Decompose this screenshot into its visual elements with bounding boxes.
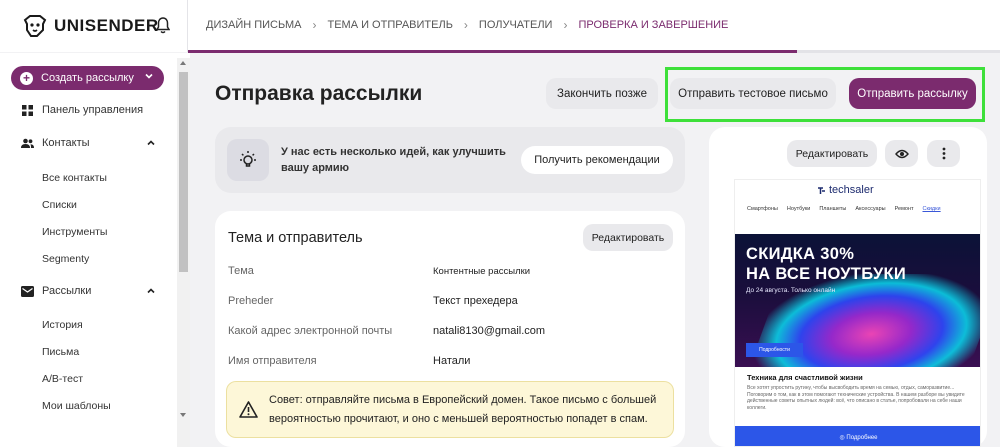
sidebar-item-label: Рассылки <box>42 285 92 297</box>
eye-icon[interactable] <box>885 140 918 167</box>
chevron-up-icon[interactable] <box>146 138 156 148</box>
sidebar-scrollbar[interactable] <box>177 58 190 447</box>
progress-fill <box>188 50 797 53</box>
breadcrumb-review[interactable]: ПРОВЕРКА И ЗАВЕРШЕНИЕ <box>578 19 728 31</box>
brand-mark-icon <box>818 186 825 194</box>
techsaler-logo: techsaler <box>817 184 874 196</box>
edit-design-button[interactable]: Редактировать <box>787 140 877 167</box>
field-label-sender-name: Имя отправителя <box>228 355 317 367</box>
warning-icon <box>239 401 258 418</box>
breadcrumb-design[interactable]: ДИЗАЙН ПИСЬМА <box>206 19 301 31</box>
article-title: Техника для счастливой жизни <box>747 373 863 382</box>
email-banner: СКИДКА 30% НА ВСЕ НОУТБУКИ До 24 августа… <box>735 234 980 367</box>
unisender-dog-icon <box>23 15 47 37</box>
subject-sender-card: Тема и отправитель Редактировать Тема Ко… <box>215 211 685 447</box>
email-preview-card: Редактировать techsaler Смартфоны Ноутбу… <box>709 127 987 447</box>
field-label-preheader: Preheder <box>228 295 274 307</box>
progress-bar <box>188 50 1000 53</box>
sidebar-subitem-tools[interactable]: Инструменты <box>42 226 107 238</box>
get-recommendations-button[interactable]: Получить рекомендации <box>521 146 673 174</box>
chevron-up-icon[interactable] <box>146 286 156 296</box>
email-cta-button: ◎ Подробнее <box>735 426 980 446</box>
more-vertical-icon[interactable] <box>927 140 960 167</box>
sidebar-subitem-lists[interactable]: Списки <box>42 199 77 211</box>
banner-button: Подробности <box>746 343 803 357</box>
sidebar-subitem-segments[interactable]: Segmenty <box>42 253 89 265</box>
finish-later-button[interactable]: Закончить позже <box>546 78 658 109</box>
sidebar-subitem-history[interactable]: История <box>42 319 83 331</box>
email-menu-item: Ремонт <box>894 206 914 212</box>
field-label-email: Какой адрес электронной почты <box>228 325 393 337</box>
tip-text: Совет: отправляйте письма в Европейский … <box>269 394 657 425</box>
sidebar-item-dashboard[interactable]: Панель управления <box>20 104 143 116</box>
page-scrollbar[interactable] <box>990 127 1000 447</box>
email-menu: Смартфоны Ноутбуки Планшеты Аксессуары Р… <box>747 206 941 212</box>
ideas-text: У нас есть несколько идей, как улучшить … <box>281 146 506 174</box>
sidebar-subitem-all-contacts[interactable]: Все контакты <box>42 172 107 184</box>
email-menu-item: Смартфоны <box>747 206 778 212</box>
create-mailing-label: Создать рассылку <box>41 72 134 84</box>
grid-icon <box>20 104 34 116</box>
brand-name: techsaler <box>829 184 874 196</box>
breadcrumb: ДИЗАЙН ПИСЬМА › ТЕМА И ОТПРАВИТЕЛЬ › ПОЛ… <box>206 18 728 32</box>
sidebar-subitem-ab-test[interactable]: A/B-тест <box>42 373 83 385</box>
field-value-subject: Контентные рассылки <box>433 266 531 277</box>
email-menu-item: Скидки <box>922 206 941 212</box>
breadcrumb-recipients[interactable]: ПОЛУЧАТЕЛИ <box>479 19 553 31</box>
send-mailing-button[interactable]: Отправить рассылку <box>849 78 976 109</box>
tip-box: Совет: отправляйте письма в Европейский … <box>226 381 674 438</box>
ideas-card: У нас есть несколько идей, как улучшить … <box>215 127 685 193</box>
article-body: Все хотят упростить рутину, чтобы высвоб… <box>747 385 965 411</box>
users-icon <box>20 138 34 148</box>
banner-subtitle: До 24 августа. Только онлайн <box>746 287 836 294</box>
banner-title: СКИДКА 30% НА ВСЕ НОУТБУКИ <box>746 245 907 283</box>
plus-icon: + <box>20 71 33 85</box>
field-label-subject: Тема <box>228 265 254 277</box>
logo[interactable]: UNISENDER <box>22 14 159 38</box>
create-mailing-button[interactable]: + Создать рассылку <box>11 66 164 90</box>
divider <box>187 0 188 52</box>
chevron-down-icon <box>145 73 153 79</box>
field-value-preheader: Текст прехедера <box>433 295 518 307</box>
scroll-up-icon[interactable] <box>180 61 186 65</box>
send-test-button[interactable]: Отправить тестовое письмо <box>670 78 836 109</box>
chevron-right-icon: › <box>563 18 568 32</box>
email-menu-item: Аксессуары <box>855 206 886 212</box>
page-title: Отправка рассылки <box>215 82 423 105</box>
mail-icon <box>20 285 34 297</box>
scroll-down-icon[interactable] <box>180 413 186 417</box>
email-menu-item: Ноутбуки <box>786 206 811 212</box>
scrollbar-thumb[interactable] <box>179 72 188 272</box>
email-preview: techsaler Смартфоны Ноутбуки Планшеты Ак… <box>734 179 981 447</box>
chevron-right-icon: › <box>312 18 317 32</box>
card-title: Тема и отправитель <box>228 230 363 246</box>
sidebar-item-label: Панель управления <box>42 104 144 116</box>
sidebar-item-mailings[interactable]: Рассылки <box>20 285 170 297</box>
logo-text: UNISENDER <box>54 16 159 35</box>
field-value-sender-name: Натали <box>433 355 471 367</box>
field-value-email: natali8130@gmail.com <box>433 325 546 337</box>
sidebar-subitem-letters[interactable]: Письма <box>42 346 79 358</box>
sidebar-item-label: Контакты <box>42 137 90 149</box>
bell-icon[interactable] <box>155 17 171 39</box>
breadcrumb-subject[interactable]: ТЕМА И ОТПРАВИТЕЛЬ <box>327 19 452 31</box>
top-bar: UNISENDER ДИЗАЙН ПИСЬМА › ТЕМА И ОТПРАВИ… <box>0 0 1000 53</box>
email-menu-item: Планшеты <box>819 206 847 212</box>
lightbulb-icon <box>227 139 269 181</box>
edit-subject-button[interactable]: Редактировать <box>583 224 673 251</box>
chevron-right-icon: › <box>463 18 468 32</box>
sidebar-item-contacts[interactable]: Контакты <box>20 137 170 149</box>
sidebar-subitem-templates[interactable]: Мои шаблоны <box>42 400 111 412</box>
